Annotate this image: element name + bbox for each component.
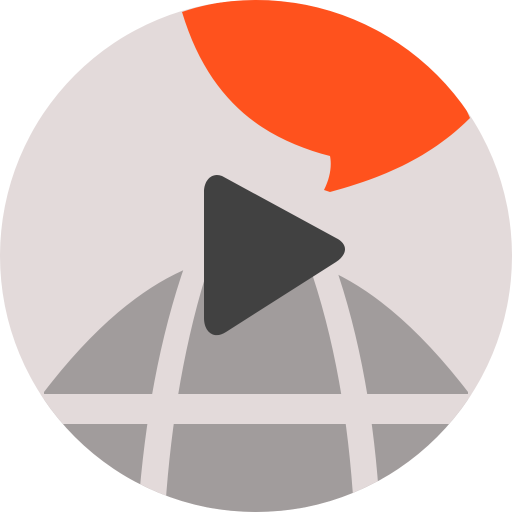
globe-horizontal-line: [0, 394, 512, 424]
app-icon: [0, 0, 512, 512]
app-icon-graphic: [0, 0, 512, 512]
